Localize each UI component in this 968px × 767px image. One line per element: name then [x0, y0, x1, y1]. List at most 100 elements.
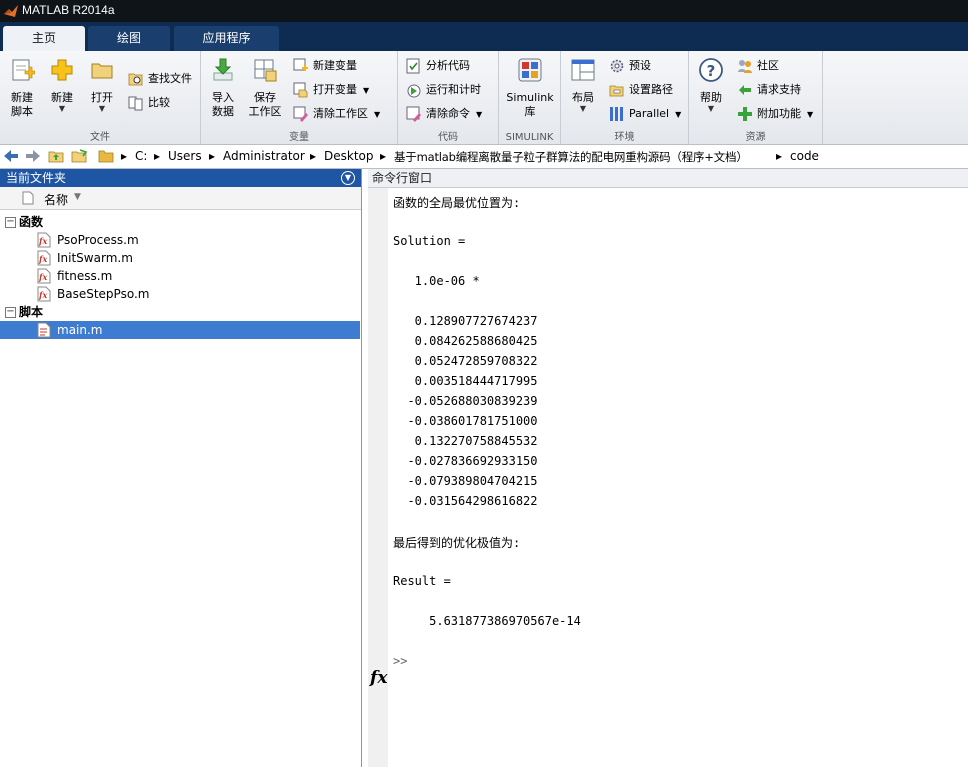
find-files-label: 查找文件 [148, 72, 192, 85]
layout-icon [571, 59, 595, 81]
file-column-icon [22, 191, 34, 205]
chevron-down-icon: ▼ [363, 86, 370, 95]
help-button[interactable]: ? 帮助 ▼ [691, 57, 731, 113]
import-data-button[interactable]: 导入 数据 [203, 57, 243, 119]
command-output-line: 最后得到的优化极值为: [393, 536, 521, 550]
chevron-down-icon: ▼ [374, 110, 381, 119]
function-browser-icon[interactable]: fx [370, 668, 387, 688]
group-scripts[interactable]: − 脚本 [0, 303, 360, 321]
chevron-down-icon: ▼ [707, 104, 715, 113]
parallel-button[interactable]: Parallel ▼ [609, 104, 681, 124]
open-variable-button[interactable]: 打开变量 ▼ [293, 80, 369, 100]
file-row[interactable]: fx PsoProcess.m [0, 231, 360, 249]
current-folder-panel: 当前文件夹 ▼ 名称 ▼ − 函数 fx PsoProcess.m fx Ini… [0, 169, 362, 767]
ribbon-section-code: 分析代码 运行和计时 清除命令 ▼ 代码 [398, 51, 499, 144]
file-name: fitness.m [57, 269, 113, 283]
command-window[interactable]: 命令行窗口 fx 函数的全局最优位置为: Solution = 1.0e-06 *… [368, 169, 968, 767]
command-output-line: 0.128907727674237 [393, 314, 538, 328]
new-button[interactable]: 新建 ▼ [42, 57, 82, 113]
path-separator-icon: ▸ [776, 149, 783, 163]
new-script-label: 新建 脚本 [11, 91, 33, 118]
back-arrow-icon[interactable] [3, 149, 19, 163]
ribbon-tab-bar: 主页 绘图 应用程序 [0, 22, 968, 51]
tab-apps[interactable]: 应用程序 [174, 26, 279, 51]
addons-label: 附加功能 [757, 107, 801, 120]
code-section-label: 代码 [438, 132, 458, 143]
chevron-down-icon: ▼ [807, 110, 814, 119]
plus-icon [51, 59, 73, 81]
analyze-code-button[interactable]: 分析代码 [406, 56, 470, 76]
clear-workspace-button[interactable]: 清除工作区 ▼ [293, 104, 380, 124]
save-workspace-label: 保存 工作区 [248, 91, 282, 118]
save-workspace-button[interactable]: 保存 工作区 [245, 57, 285, 119]
browse-folder-icon[interactable] [71, 148, 88, 164]
path-segment-users[interactable]: Users [168, 149, 202, 163]
panel-options-icon[interactable]: ▼ [341, 171, 355, 185]
command-output-line: 0.132270758845532 [393, 434, 538, 448]
compare-button[interactable]: 比较 [128, 93, 170, 113]
sort-arrow-icon: ▼ [74, 192, 81, 202]
path-segment-code[interactable]: code [790, 149, 819, 163]
name-column-header[interactable]: 名称 ▼ [0, 187, 361, 210]
clear-commands-button[interactable]: 清除命令 ▼ [406, 104, 482, 124]
tab-home[interactable]: 主页 [3, 26, 85, 51]
file-row[interactable]: fx fitness.m [0, 267, 360, 285]
simulink-section-label: SIMULINK [505, 132, 554, 143]
layout-button[interactable]: 布局 ▼ [563, 57, 603, 113]
command-prompt[interactable]: >> [393, 654, 407, 668]
new-variable-button[interactable]: 新建变量 [293, 56, 357, 76]
find-files-button[interactable]: 查找文件 [128, 69, 192, 89]
file-name: InitSwarm.m [57, 251, 133, 265]
svg-text:fx: fx [38, 254, 47, 264]
file-row-selected[interactable]: main.m [0, 321, 360, 339]
up-folder-icon[interactable] [48, 148, 64, 164]
ribbon-section-environment: 布局 ▼ 预设 设置路径 Parallel ▼ 环境 [561, 51, 689, 144]
path-segment-drive[interactable]: C: [135, 149, 147, 163]
path-segment-administrator[interactable]: Administrator [223, 149, 305, 163]
tab-plots[interactable]: 绘图 [88, 26, 170, 51]
open-button[interactable]: 打开 ▼ [82, 57, 122, 113]
chevron-down-icon: ▼ [579, 104, 587, 113]
ribbon-section-simulink: Simulink 库 SIMULINK [499, 51, 561, 144]
file-name: BaseStepPso.m [57, 287, 150, 301]
path-segment-project[interactable]: 基于matlab编程离散量子粒子群算法的配电网重构源码（程序+文档） [394, 149, 748, 165]
help-label: 帮助 [700, 91, 722, 104]
path-segment-desktop[interactable]: Desktop [324, 149, 374, 163]
new-script-button[interactable]: 新建 脚本 [2, 57, 42, 119]
clear-workspace-label: 清除工作区 [313, 107, 368, 120]
parallel-label: Parallel [629, 107, 670, 120]
command-output-line: -0.038601781751000 [393, 414, 538, 428]
new-label: 新建 [51, 91, 73, 104]
run-and-time-button[interactable]: 运行和计时 [406, 80, 481, 100]
mfile-function-icon: fx [37, 268, 51, 284]
title-bar: MATLAB R2014a [0, 0, 968, 22]
file-row[interactable]: fx InitSwarm.m [0, 249, 360, 267]
chevron-down-icon: ▼ [98, 104, 106, 113]
simulink-library-button[interactable]: Simulink 库 [505, 57, 555, 119]
preferences-button[interactable]: 预设 [609, 56, 651, 76]
command-output-line: 0.084262588680425 [393, 334, 538, 348]
command-output-line: 5.631877386970567e-14 [393, 614, 581, 628]
community-button[interactable]: 社区 [737, 56, 779, 76]
file-name: main.m [57, 323, 103, 337]
set-path-button[interactable]: 设置路径 [609, 80, 673, 100]
forward-arrow-icon[interactable] [25, 149, 41, 163]
group-functions[interactable]: − 函数 [0, 213, 360, 231]
mfile-function-icon: fx [37, 232, 51, 248]
chevron-down-icon: ▼ [58, 104, 66, 113]
command-output-line: Solution = [393, 234, 466, 248]
path-separator-icon: ▸ [310, 149, 317, 163]
collapse-icon[interactable]: − [5, 307, 16, 318]
svg-text:fx: fx [38, 272, 47, 282]
file-name: PsoProcess.m [57, 233, 139, 247]
set-path-icon [609, 85, 624, 97]
collapse-icon[interactable]: − [5, 217, 16, 228]
file-row[interactable]: fx BaseStepPso.m [0, 285, 360, 303]
open-variable-icon [293, 82, 308, 98]
mfile-function-icon: fx [37, 286, 51, 302]
ribbon-section-file: 新建 脚本 新建 ▼ 打开 ▼ 查找文件 比较 文件 [0, 51, 201, 144]
request-support-button[interactable]: 请求支持 [737, 80, 801, 100]
addons-button[interactable]: 附加功能 ▼ [737, 104, 813, 124]
request-support-label: 请求支持 [757, 83, 801, 96]
window-title: MATLAB R2014a [22, 3, 115, 17]
